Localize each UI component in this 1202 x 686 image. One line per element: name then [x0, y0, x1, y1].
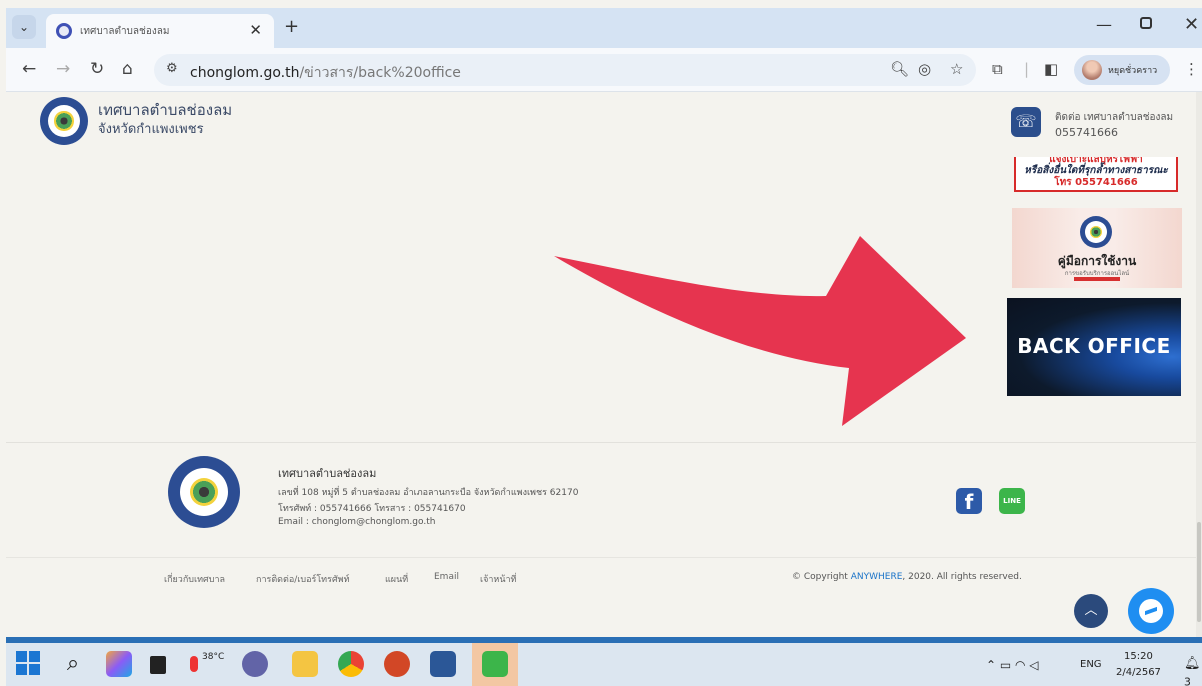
user-manual-banner[interactable]: คู่มือการใช้งาน การขอรับบริการออนไลน์: [1012, 208, 1182, 288]
manual-seal-logo: [1080, 216, 1112, 248]
profile-chip[interactable]: หยุดชั่วคราว: [1074, 55, 1170, 85]
clock-time[interactable]: 15:20: [1124, 651, 1153, 662]
browser-toolbar: ← → ↻ ⌂ ⚙ chonglom.go.th/ข่าวสาร/back%20…: [6, 48, 1202, 92]
messenger-icon: [1139, 599, 1163, 623]
site-favicon-icon: [56, 23, 72, 39]
avatar: [1082, 60, 1102, 80]
footer-link-email[interactable]: Email: [434, 572, 459, 582]
taskbar-search-icon[interactable]: ⌕: [60, 651, 86, 677]
footer-link-contact[interactable]: การติดต่อ/เบอร์โทรศัพท์: [256, 572, 350, 586]
footer-divider-bottom: [6, 557, 1196, 558]
line-icon[interactable]: LINE: [999, 488, 1025, 514]
weather-temp[interactable]: 38°C: [202, 652, 224, 662]
report-banner-line2: หรือสิ่งอื่นใดที่รุกล้ำทางสาธารณะ: [1024, 165, 1168, 176]
address-bar[interactable]: ⚙ chonglom.go.th/ข่าวสาร/back%20office 🔍…: [154, 54, 976, 86]
toolbar-divider: |: [1024, 60, 1030, 78]
back-arrow-icon[interactable]: ←: [22, 59, 36, 79]
browser-menu-icon[interactable]: ⋮: [1184, 60, 1199, 78]
bookmark-star-icon[interactable]: ☆: [950, 60, 963, 78]
copilot-icon[interactable]: [106, 651, 132, 677]
copyright-text: © Copyright ANYWHERE, 2020. All rights r…: [792, 572, 1022, 582]
tab-search-dropdown-icon[interactable]: ⌄: [12, 15, 36, 39]
notification-count: 3: [1184, 675, 1191, 686]
scroll-to-top-button[interactable]: ︿: [1074, 594, 1108, 628]
forward-arrow-icon[interactable]: →: [56, 59, 70, 79]
footer-seal-logo: [168, 456, 240, 528]
red-pointer-arrow-icon: [554, 236, 966, 426]
profile-name: หยุดชั่วคราว: [1108, 66, 1158, 76]
site-province: จังหวัดกำแพงเพชร: [98, 122, 204, 137]
chrome-icon[interactable]: [338, 651, 364, 677]
weather-thermometer-icon[interactable]: [190, 656, 198, 672]
powerpoint-icon[interactable]: [384, 651, 410, 677]
contact-label[interactable]: ติดต่อ เทศบาลตำบลช่องลม: [1055, 110, 1173, 125]
footer-address: เลขที่ 108 หมู่ที่ 5 ตำบลช่องลม อำเภอลาน…: [278, 488, 579, 498]
reload-icon[interactable]: ↻: [90, 59, 104, 79]
window-minimize-button[interactable]: —: [1096, 15, 1112, 34]
municipality-seal-logo[interactable]: [40, 97, 88, 145]
home-icon[interactable]: ⌂: [122, 59, 133, 79]
back-office-label: BACK OFFICE: [1017, 334, 1171, 358]
windows-taskbar: ⌕ 38°C ⌃ ▭ ◠ ◁ ENG 15:20 2/4/2567 🔔︎3: [6, 643, 1202, 686]
zoom-icon[interactable]: 🔍︎: [890, 60, 909, 78]
window-close-button[interactable]: ✕: [1184, 14, 1199, 35]
task-view-icon[interactable]: [150, 656, 166, 674]
line-app-icon[interactable]: [482, 651, 508, 677]
footer-phone: โทรศัพท์ : 055741666 โทรสาร : 055741670: [278, 504, 466, 514]
extensions-icon[interactable]: ⧉: [992, 60, 1003, 78]
file-explorer-icon[interactable]: [292, 651, 318, 677]
side-panel-icon[interactable]: ◧: [1044, 60, 1058, 78]
manual-red-bar: [1074, 277, 1120, 281]
report-banner[interactable]: แจ้งเบาะแสบุหรี่ไฟฟ้า หรือสิ่งอื่นใดที่ร…: [1014, 157, 1178, 192]
url-host: chonglom.go.th: [190, 65, 300, 81]
notification-icon[interactable]: 🔔︎3: [1184, 656, 1202, 686]
footer-name: เทศบาลตำบลช่องลม: [278, 467, 377, 480]
teams-meet-icon[interactable]: [242, 651, 268, 677]
report-banner-line3: โทร 055741666: [1054, 177, 1138, 188]
footer-email[interactable]: Email : chonglom@chonglom.go.th: [278, 517, 435, 527]
footer-divider: [6, 442, 1196, 443]
input-language[interactable]: ENG: [1080, 659, 1102, 670]
web-page: เทศบาลตำบลช่องลม จังหวัดกำแพงเพชร ☏ ติดต…: [6, 92, 1196, 637]
site-name[interactable]: เทศบาลตำบลช่องลม: [98, 102, 232, 118]
back-office-banner[interactable]: BACK OFFICE: [1007, 298, 1181, 396]
site-info-icon[interactable]: ⚙: [166, 61, 178, 76]
copyright-brand-link[interactable]: ANYWHERE: [851, 572, 903, 582]
eye-off-icon[interactable]: ◎: [918, 60, 931, 78]
scrollbar-thumb[interactable]: [1197, 522, 1201, 622]
page-scrollbar[interactable]: [1196, 92, 1202, 637]
url-text[interactable]: chonglom.go.th/ข่าวสาร/back%20office: [190, 62, 461, 84]
contact-phone[interactable]: 055741666: [1055, 126, 1118, 139]
window-restore-button[interactable]: [1140, 17, 1152, 29]
copyright-prefix: © Copyright: [792, 572, 851, 582]
tab-close-icon[interactable]: ✕: [249, 21, 262, 39]
report-banner-line1: แจ้งเบาะแสบุหรี่ไฟฟ้า: [1049, 157, 1143, 165]
facebook-icon[interactable]: f: [956, 488, 982, 514]
browser-tab-active[interactable]: เทศบาลตำบลช่องลม ✕: [46, 14, 274, 48]
copyright-suffix: , 2020. All rights reserved.: [902, 572, 1022, 582]
phone-icon[interactable]: ☏: [1011, 107, 1041, 137]
url-path: /ข่าวสาร/back%20office: [299, 65, 461, 81]
tab-title: เทศบาลตำบลช่องลม: [80, 26, 170, 37]
clock-date[interactable]: 2/4/2567: [1116, 667, 1161, 678]
footer-link-about[interactable]: เกี่ยวกับเทศบาล: [164, 572, 225, 586]
browser-tab-bar: ⌄ เทศบาลตำบลช่องลม ✕ + — ✕: [6, 8, 1202, 48]
footer-link-staff[interactable]: เจ้าหน้าที่: [480, 572, 516, 586]
messenger-chat-button[interactable]: [1128, 588, 1174, 634]
start-menu-icon[interactable]: [16, 651, 42, 677]
word-icon[interactable]: [430, 651, 456, 677]
footer-link-map[interactable]: แผนที่: [385, 572, 408, 586]
system-tray-icons[interactable]: ⌃ ▭ ◠ ◁: [986, 658, 1039, 672]
new-tab-button[interactable]: +: [284, 16, 299, 37]
